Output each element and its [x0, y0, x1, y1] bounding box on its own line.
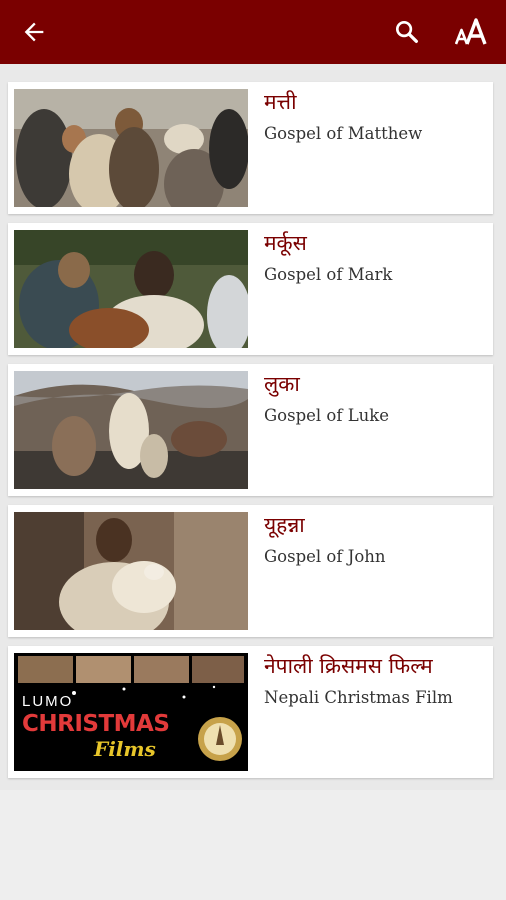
thumbnail-christmas-film: LUMO CHRISTMAS Films	[14, 653, 248, 771]
thumbnail-mark	[14, 230, 248, 348]
item-title: लुका	[264, 372, 300, 396]
reel-badge-icon	[198, 717, 242, 761]
arrow-left-icon[interactable]	[20, 18, 48, 46]
app-bar	[0, 0, 506, 64]
thumbnail-matthew	[14, 89, 248, 207]
item-subtitle: Gospel of John	[264, 547, 386, 566]
film-list: मत्ती Gospel of Matthew मर्कूस Gospel of…	[0, 64, 506, 790]
list-item-christmas-film[interactable]: LUMO CHRISTMAS Films नेपाली क्रिसमस फिल्…	[8, 646, 493, 778]
item-title: नेपाली क्रिसमस फिल्म	[264, 654, 433, 678]
list-item-john[interactable]: यूहन्ना Gospel of John	[8, 505, 493, 637]
thumbnail-john	[14, 512, 248, 630]
item-subtitle: Nepali Christmas Film	[264, 688, 453, 707]
item-title: मत्ती	[264, 90, 297, 114]
item-title: यूहन्ना	[264, 513, 305, 537]
search-icon[interactable]	[393, 18, 421, 46]
list-item-matthew[interactable]: मत्ती Gospel of Matthew	[8, 82, 493, 214]
item-subtitle: Gospel of Luke	[264, 406, 390, 425]
list-item-mark[interactable]: मर्कूस Gospel of Mark	[8, 223, 493, 355]
brand-logo: LUMO	[22, 693, 74, 710]
thumbnail-headline: CHRISTMAS	[22, 711, 170, 737]
font-size-icon[interactable]	[455, 17, 489, 47]
item-subtitle: Gospel of Matthew	[264, 124, 423, 143]
list-item-luke[interactable]: लुका Gospel of Luke	[8, 364, 493, 496]
item-title: मर्कूस	[264, 231, 307, 255]
item-subtitle: Gospel of Mark	[264, 265, 393, 284]
thumbnail-luke	[14, 371, 248, 489]
thumbnail-tagline: Films	[94, 737, 156, 761]
